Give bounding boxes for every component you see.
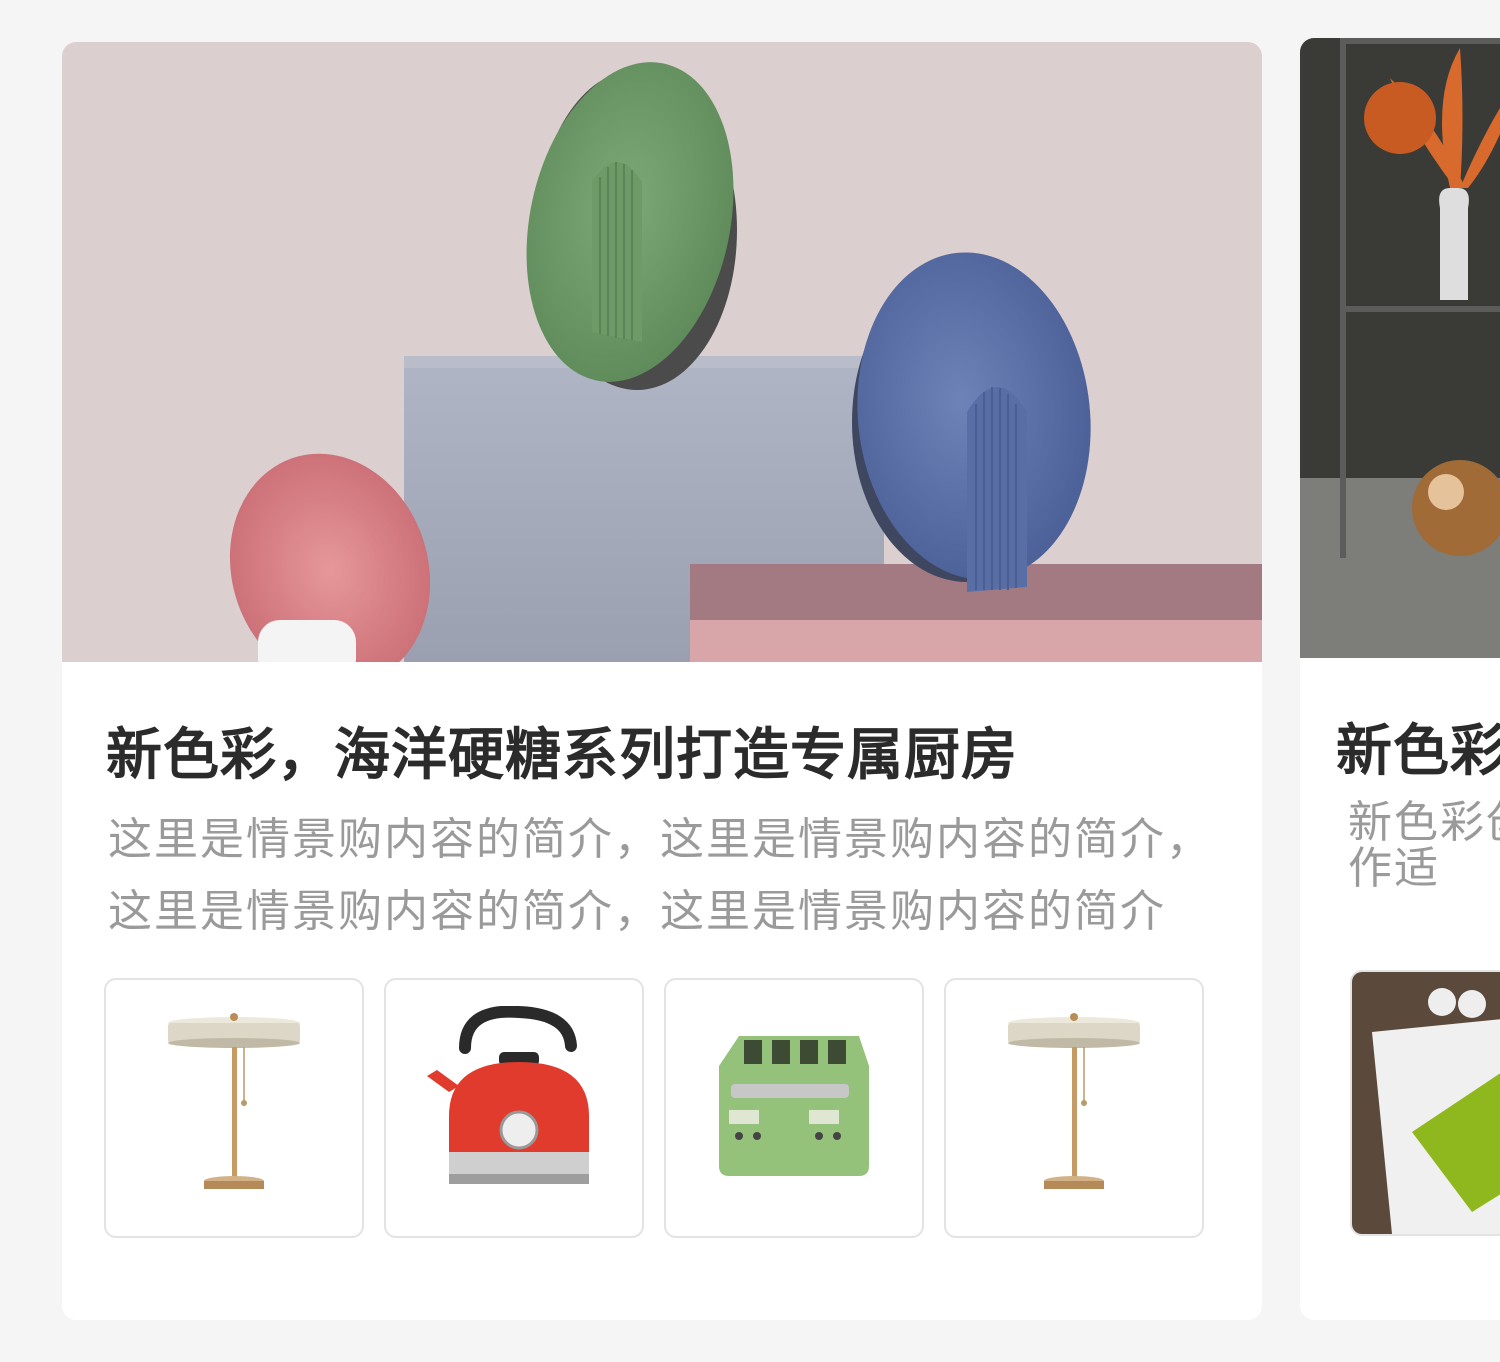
card-title[interactable]: 新色彩，海洋硬糖系列打造专属厨房 (106, 710, 1018, 791)
product-tile[interactable] (664, 978, 924, 1238)
table-lamp-icon (994, 1011, 1154, 1205)
red-kettle-icon (419, 1005, 609, 1210)
product-list (104, 978, 1204, 1238)
table-lamp-icon (154, 1011, 314, 1205)
card-description: 这里是情景购内容的简介，这里是情景购内容的简介，这里是情景购内容的简介，这里是情… (108, 814, 1212, 937)
hero-image (1300, 38, 1500, 658)
scenario-carousel[interactable]: 新色彩，海洋硬糖系列打造专属厨房 这里是情景购内容的简介，这里是情景购内容的简介… (0, 0, 1500, 1362)
card-title[interactable]: 新色彩 (1336, 706, 1500, 787)
product-tile[interactable] (944, 978, 1204, 1238)
scenario-card[interactable]: 新色彩，海洋硬糖系列打造专属厨房 这里是情景购内容的简介，这里是情景购内容的简介… (62, 42, 1262, 1320)
product-tile[interactable] (384, 978, 644, 1238)
product-tile[interactable] (1350, 970, 1500, 1236)
hero-image (62, 42, 1262, 662)
green-toaster-icon (709, 1026, 879, 1190)
scenario-card[interactable]: 新色彩 新色彩创作适 (1300, 38, 1500, 1320)
green-furniture-icon (1352, 972, 1500, 1234)
card-description: 新色彩创作适 (1348, 800, 1500, 892)
product-tile[interactable] (104, 978, 364, 1238)
